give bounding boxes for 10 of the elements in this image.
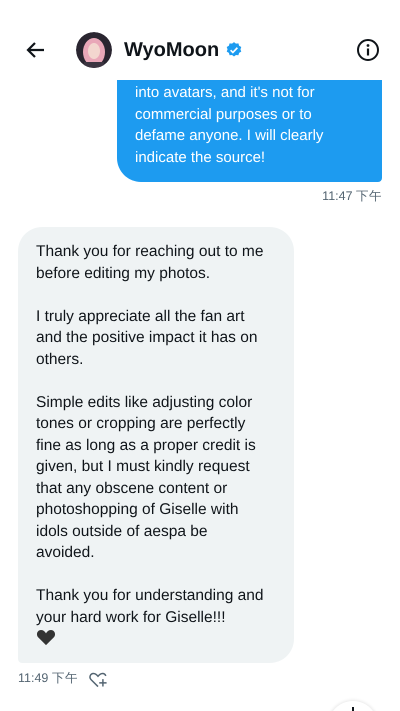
message-text: Simple edits like adjusting color tones or cropping are perfectly fine as long as a proper credit is given, but I must kindly request that any obscene content or photoshopping of Giselle with idols outside of aespa be avoided. bbox=[36, 392, 257, 563]
info-icon[interactable] bbox=[356, 38, 380, 62]
message-text: into avatars, and it's not for commercial purposes or to defame anyone. I will clearly indicate the source! bbox=[135, 83, 324, 168]
message-text: I truly appreciate all the fan art and the positive impact it has on others. bbox=[36, 306, 258, 370]
contact-name: WyoMoon bbox=[124, 38, 220, 62]
message-text: Thank you for reaching out to me before editing my photos. bbox=[36, 242, 264, 284]
add-reaction-icon[interactable] bbox=[88, 670, 108, 688]
message-text: Thank you for understanding and your hard work for Giselle!!! bbox=[36, 586, 264, 628]
message-time: 11:47 下午 bbox=[322, 188, 382, 205]
message-time: 11:49 下午 bbox=[18, 670, 78, 687]
